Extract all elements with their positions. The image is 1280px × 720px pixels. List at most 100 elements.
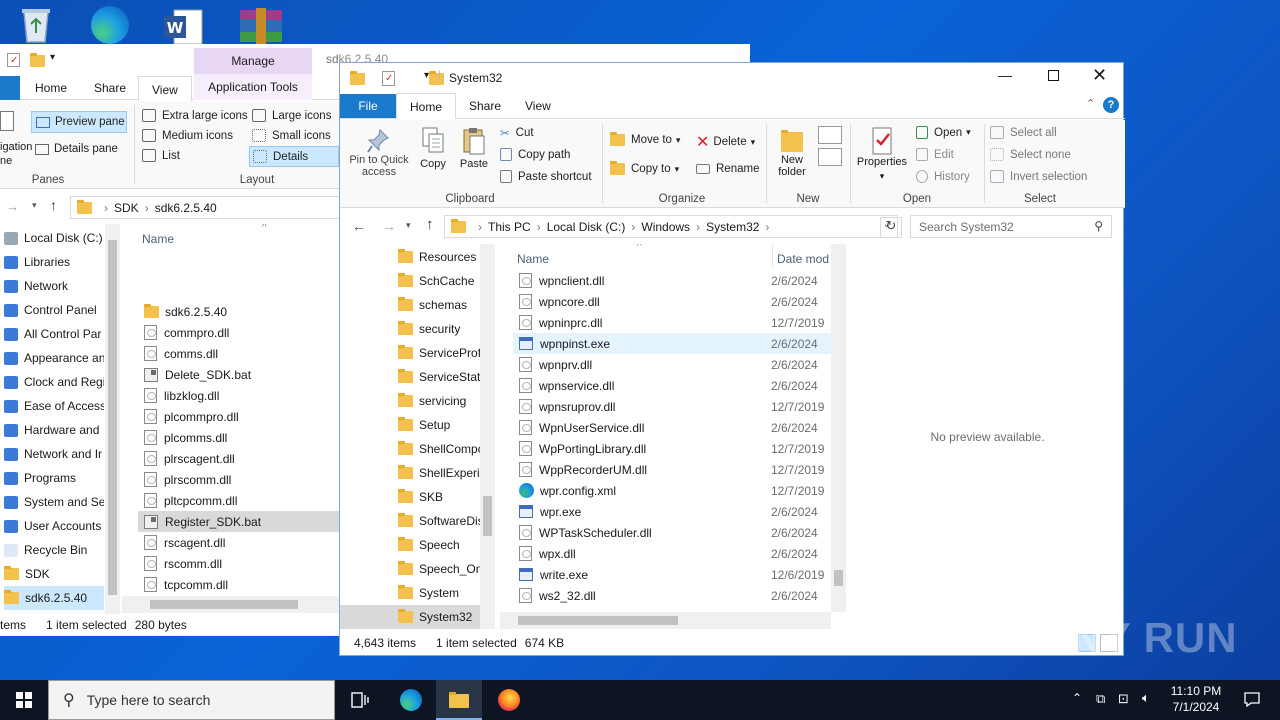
open-button[interactable]: Open ▾ [916, 126, 971, 139]
desktop-icon-word[interactable]: W [162, 8, 206, 45]
nav-item[interactable]: Recycle Bin [4, 538, 104, 562]
title-bar[interactable]: ✓ ▾ | System32 — ✕ [340, 63, 1125, 93]
file-row[interactable]: plcomms.dll [138, 427, 340, 448]
copy-to-button[interactable]: Copy to ▾ [610, 161, 679, 175]
address-bar[interactable]: › This PC › Local Disk (C:) › Windows › … [444, 215, 898, 238]
nav-item[interactable]: Setup [340, 413, 480, 437]
file-row[interactable]: WpnUserService.dll 2/6/2024 [513, 417, 831, 438]
file-row[interactable]: wpnpinst.exe 2/6/2024 [513, 333, 831, 354]
forward-button[interactable]: → [6, 199, 19, 214]
clock[interactable]: 11:10 PM 7/1/2024 [1164, 683, 1228, 717]
nav-item[interactable]: SDK [4, 562, 104, 586]
tab-file[interactable]: File [340, 94, 396, 118]
taskbar-file-explorer[interactable] [436, 680, 482, 720]
delete-button[interactable]: ✕ Delete ▾ [696, 132, 755, 152]
tab-home[interactable]: Home [22, 76, 80, 100]
rename-button[interactable]: Rename [696, 163, 759, 175]
file-row[interactable]: WpPortingLibrary.dll 12/7/2019 [513, 438, 831, 459]
breadcrumb-sdk6[interactable]: sdk6.2.5.40 [155, 201, 217, 215]
minimize-button[interactable]: — [998, 67, 1012, 83]
breadcrumb-sdk[interactable]: SDK [114, 201, 139, 215]
nav-item[interactable]: Network [4, 274, 104, 298]
breadcrumb-this-pc[interactable]: This PC [488, 220, 531, 234]
nav-item[interactable]: Resources [340, 245, 480, 269]
nav-item[interactable]: Libraries [4, 250, 104, 274]
file-row[interactable]: wpx.dll 2/6/2024 [513, 543, 831, 564]
nav-item[interactable]: ServiceState [340, 365, 480, 389]
details-option[interactable]: Details [249, 146, 339, 167]
nav-item[interactable]: ShellCompo [340, 437, 480, 461]
title-bar[interactable]: ✓ ▾ Manage sdk6.2.5.40 [0, 44, 340, 74]
large-icons-option[interactable]: Large icons [252, 109, 331, 122]
nav-item[interactable]: ServiceProfi [340, 341, 480, 365]
search-box[interactable]: Search System32 ⚲ [910, 215, 1112, 238]
back-button[interactable]: ← [352, 218, 366, 234]
file-row[interactable]: wpnsruprov.dll 12/7/2019 [513, 396, 831, 417]
column-header-date-modified[interactable]: Date mod [777, 252, 829, 266]
edit-button[interactable]: Edit [916, 148, 954, 161]
nav-item[interactable]: SKB [340, 485, 480, 509]
folder-qat-icon[interactable] [30, 53, 45, 67]
properties-qat-icon[interactable]: ✓ [382, 71, 395, 86]
taskbar-edge[interactable] [390, 680, 432, 720]
history-button[interactable]: History [916, 170, 970, 183]
file-row[interactable]: tcpcomm.dll [138, 574, 340, 595]
nav-item[interactable]: Hardware and [4, 418, 104, 442]
qat-dropdown-icon[interactable]: ▾ [50, 52, 55, 63]
forward-button[interactable]: → [382, 218, 396, 234]
nav-item[interactable]: All Control Par [4, 322, 104, 346]
details-pane-button[interactable]: Details pane [35, 143, 118, 155]
file-row[interactable]: wpncore.dll 2/6/2024 [513, 291, 831, 312]
close-button[interactable]: ✕ [1092, 65, 1107, 86]
file-row[interactable]: wpnclient.dll 2/6/2024 [513, 270, 831, 291]
tab-share[interactable]: Share [81, 76, 139, 100]
file-row[interactable]: plrscomm.dll [138, 469, 340, 490]
properties-button[interactable]: Properties ▾ [854, 126, 910, 188]
file-list[interactable]: ^ Name Date mod wpnclient.dll 2/6/2024 wpn… [500, 244, 848, 629]
cut-button[interactable]: ✂ Cut [500, 126, 534, 140]
file-row[interactable]: ws2_32.dll 2/6/2024 [513, 585, 831, 606]
paste-shortcut-button[interactable]: Paste shortcut [500, 170, 592, 183]
paste-button[interactable]: Paste [456, 126, 492, 176]
file-list-vertical-scrollbar[interactable] [831, 244, 846, 612]
taskbar-search-box[interactable]: ⚲ Type here to search [48, 680, 335, 720]
nav-item[interactable]: User Accounts [4, 514, 104, 538]
taskbar-firefox[interactable] [488, 680, 530, 720]
tab-view[interactable]: View [512, 94, 564, 118]
breadcrumb-local-disk[interactable]: Local Disk (C:) [547, 220, 626, 234]
select-all-button[interactable]: Select all [990, 126, 1057, 139]
nav-item[interactable]: Ease of Access [4, 394, 104, 418]
list-option[interactable]: List [142, 149, 180, 162]
file-row[interactable]: WppRecorderUM.dll 12/7/2019 [513, 459, 831, 480]
file-row[interactable]: Delete_SDK.bat [138, 364, 340, 385]
task-view-button[interactable] [340, 680, 380, 720]
navigation-pane-label[interactable]: igation [0, 141, 32, 153]
move-to-button[interactable]: Move to ▾ [610, 132, 680, 146]
nav-item[interactable]: Clock and Regi [4, 370, 104, 394]
file-row[interactable]: sdk6.2.5.40 [138, 301, 340, 322]
file-row[interactable]: rscomm.dll [138, 553, 340, 574]
file-row[interactable]: plcommpro.dll [138, 406, 340, 427]
extra-large-icons-option[interactable]: Extra large icons [142, 109, 248, 122]
nav-item[interactable]: security [340, 317, 480, 341]
easy-access-button[interactable] [818, 148, 842, 166]
file-row[interactable]: write.exe 12/6/2019 [513, 564, 831, 585]
desktop-icon-recycle-bin[interactable] [14, 6, 58, 44]
nav-item[interactable]: schemas [340, 293, 480, 317]
file-row[interactable]: libzklog.dll [138, 385, 340, 406]
breadcrumb-system32[interactable]: System32 [706, 220, 759, 234]
nav-item[interactable]: SchCache [340, 269, 480, 293]
nav-item[interactable]: Appearance an [4, 346, 104, 370]
small-icons-option[interactable]: Small icons [252, 129, 331, 142]
context-tab-manage[interactable]: Manage [194, 48, 312, 74]
desktop-icon-winrar[interactable] [236, 8, 286, 44]
refresh-button[interactable]: ↻ [880, 217, 902, 238]
preview-pane-button[interactable]: Preview pane [31, 111, 127, 133]
file-row[interactable]: wpnservice.dll 2/6/2024 [513, 375, 831, 396]
qat-dropdown-icon[interactable]: ▾ [424, 70, 429, 81]
file-row[interactable]: Register_SDK.bat [138, 511, 340, 532]
horizontal-scrollbar[interactable] [500, 612, 831, 629]
navigation-pane-icon[interactable] [0, 111, 14, 131]
ethernet-icon[interactable]: ⊡ [1118, 691, 1129, 707]
nav-item[interactable]: System [340, 581, 480, 605]
